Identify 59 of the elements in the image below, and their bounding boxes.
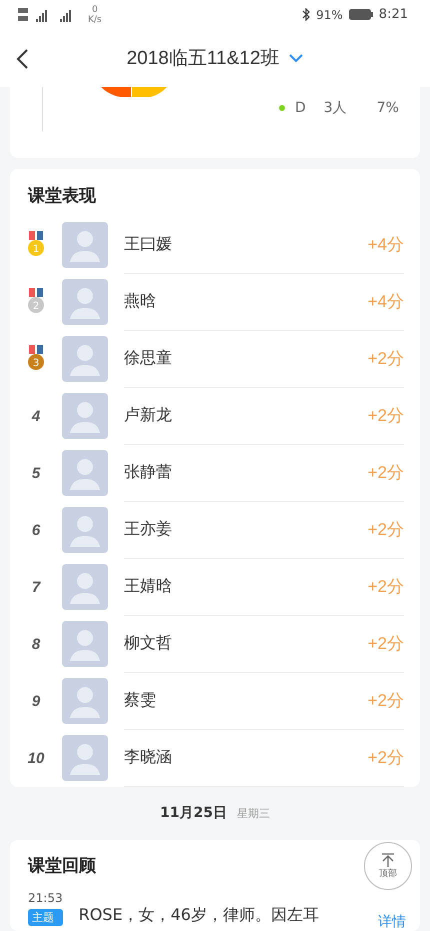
legend-count: 3人: [324, 98, 347, 117]
avatar-icon: [62, 735, 108, 782]
avatar-icon: [62, 621, 108, 668]
chevron-down-icon[interactable]: [289, 54, 304, 63]
avatar-icon: [62, 279, 108, 326]
student-name: 李晓涵: [124, 747, 172, 768]
rank-number: 6: [32, 522, 40, 539]
rank-number: 9: [32, 692, 40, 710]
student-name: 蔡雯: [124, 690, 156, 712]
arrow-up-icon: [381, 852, 395, 866]
avatar-icon: [62, 450, 108, 496]
back-to-top-button[interactable]: 顶部: [364, 842, 412, 890]
student-name: 柳文哲: [124, 633, 172, 654]
score: +4分: [368, 234, 404, 256]
avatar-icon: [62, 336, 108, 382]
score: +2分: [368, 576, 404, 598]
entry-time: 21:53: [28, 891, 63, 905]
network-speed: 0: [92, 4, 98, 15]
section-title: 课堂表现: [28, 185, 96, 208]
student-name: 王亦姜: [124, 519, 172, 540]
score: +2分: [368, 462, 404, 484]
avatar-icon: [62, 678, 108, 724]
clock: 8:21: [378, 7, 408, 22]
rank-number: 8: [32, 636, 40, 653]
rank-number: 4: [32, 408, 40, 425]
class-title[interactable]: 2018临五11&12班: [126, 45, 280, 72]
score: +2分: [368, 405, 404, 428]
legend-percent: 7%: [376, 100, 399, 116]
score: +2分: [368, 690, 404, 712]
score: +2分: [368, 747, 404, 770]
avatar-icon: [62, 507, 108, 554]
back-icon[interactable]: [16, 48, 28, 69]
rank-number: 5: [32, 464, 40, 482]
legend-label: D: [295, 100, 306, 116]
details-link[interactable]: 详情: [378, 913, 406, 931]
score: +2分: [368, 348, 404, 370]
student-name: 徐思童: [124, 348, 172, 370]
score: +2分: [368, 519, 404, 542]
date: 11月25日: [160, 804, 227, 822]
section-title: 课堂回顾: [28, 856, 96, 876]
student-name: 燕晗: [124, 291, 156, 312]
entry-text: ROSE，女，46岁，律师。因左耳: [78, 905, 319, 926]
weekday: 星期三: [236, 806, 270, 821]
bluetooth-icon: [302, 8, 310, 22]
battery-icon: [348, 9, 373, 20]
avatar-icon: [62, 564, 108, 610]
score: +4分: [368, 291, 404, 314]
student-name: 王曰媛: [124, 234, 172, 256]
rank-number: 10: [28, 750, 44, 767]
student-name: 卢新龙: [124, 405, 172, 426]
score: +2分: [368, 633, 404, 656]
avatar-icon: [62, 393, 108, 440]
student-name: 王婧晗: [124, 576, 172, 598]
battery-percent: 91%: [316, 8, 343, 22]
avatar-icon: [62, 222, 108, 268]
rank-number: 7: [32, 578, 40, 596]
network-speed-unit: K/s: [88, 14, 102, 25]
student-name: 张静蕾: [124, 462, 172, 484]
topic-tag: 主题: [28, 909, 63, 926]
